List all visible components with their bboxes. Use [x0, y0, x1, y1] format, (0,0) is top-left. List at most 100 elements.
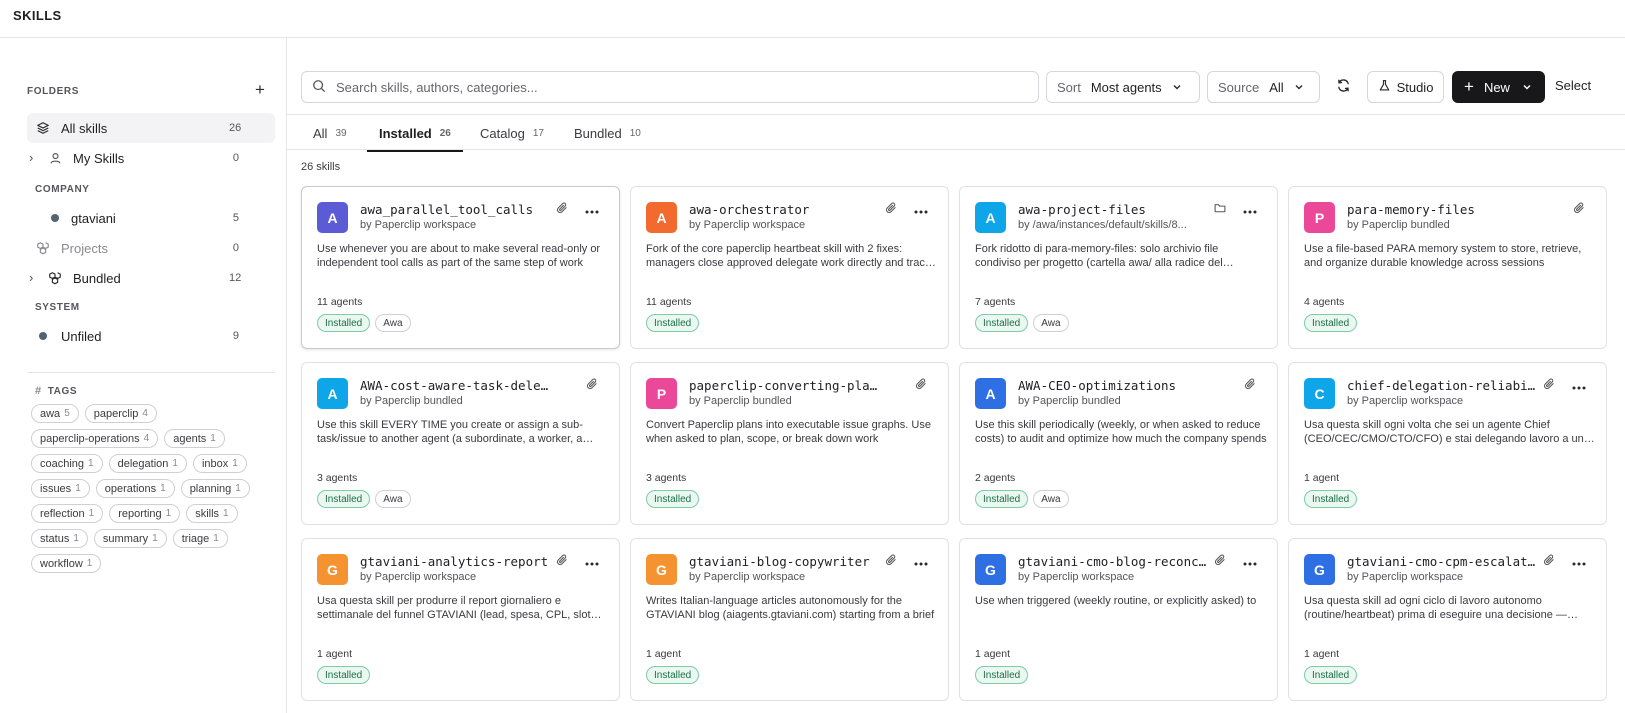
paperclip-icon: [1572, 201, 1586, 215]
tag-chip[interactable]: skills 1: [186, 504, 238, 523]
sidebar-item-bundled[interactable]: › Bundled 12: [27, 263, 275, 293]
more-options-icon[interactable]: [911, 557, 931, 571]
sidebar-item-label: Unfiled: [61, 328, 102, 344]
sidebar-item-my-skills[interactable]: › My Skills 0: [27, 143, 275, 173]
skill-author: by Paperclip workspace: [689, 571, 806, 583]
skill-card[interactable]: Ggtaviani-cmo-blog-reconciliation by Pape…: [959, 538, 1278, 701]
tags-heading-label: TAGS: [47, 385, 78, 397]
chevron-right-icon[interactable]: ›: [29, 270, 41, 286]
top-bar: SKILLS: [0, 0, 1625, 38]
chevron-right-icon[interactable]: ›: [29, 150, 41, 166]
skill-avatar: G: [1304, 554, 1335, 585]
sort-dropdown[interactable]: Sort Most agents: [1046, 71, 1200, 103]
tag-chip[interactable]: awa 5: [31, 404, 79, 423]
tab-bundled[interactable]: Bundled 10: [574, 115, 641, 151]
more-options-icon[interactable]: [1569, 381, 1589, 395]
agent-count: 7 agents: [975, 296, 1016, 308]
badge-row: Installed: [1304, 666, 1358, 684]
tag-chip[interactable]: planning 1: [180, 479, 250, 498]
tag-name: inbox: [201, 457, 229, 470]
search-input[interactable]: [336, 79, 1016, 95]
more-options-icon[interactable]: [911, 205, 931, 219]
select-button[interactable]: Select: [1555, 78, 1591, 93]
sidebar-divider: [27, 372, 275, 373]
sidebar-item-projects[interactable]: Projects 0: [27, 233, 275, 263]
source-dropdown[interactable]: Source All: [1207, 71, 1320, 103]
skill-card[interactable]: Cchief-delegation-reliability by Papercli…: [1288, 362, 1607, 525]
skill-description: Use this skill periodically (weekly, or …: [975, 419, 1267, 445]
tag-chip[interactable]: coaching 1: [31, 454, 103, 473]
sidebar: FOLDERS + All skills 26 › My Skills 0 CO…: [0, 38, 287, 713]
paperclip-icon: [884, 553, 898, 567]
skill-card[interactable]: Aawa-orchestrator by Paperclip workspace F…: [630, 186, 949, 349]
chevron-down-icon: [1294, 80, 1304, 95]
skill-card[interactable]: Ppaperclip-converting-plans-to-tasks by P…: [630, 362, 949, 525]
tag-chip[interactable]: reporting 1: [109, 504, 181, 523]
skill-avatar: A: [317, 378, 348, 409]
search-box[interactable]: [301, 71, 1039, 103]
refresh-button[interactable]: [1327, 71, 1359, 103]
skill-avatar: P: [1304, 202, 1335, 233]
skill-description: Usa questa skill ogni volta che sei un a…: [1304, 419, 1584, 445]
paperclip-icon: [914, 377, 928, 391]
agent-count: 1 agent: [646, 648, 682, 660]
tag-chip[interactable]: status 1: [31, 529, 88, 548]
tag-count: 4: [143, 433, 150, 444]
agent-count: 11 agents: [317, 296, 363, 308]
more-options-icon[interactable]: [1569, 557, 1589, 571]
tag-badge: Awa: [1033, 314, 1069, 332]
tab-label: Catalog: [480, 125, 525, 141]
tab-all[interactable]: All 39: [313, 115, 347, 151]
tag-chip[interactable]: delegation 1: [108, 454, 187, 473]
skill-name: AWA-cost-aware-task-delegation: [360, 378, 550, 393]
tag-chip[interactable]: reflection 1: [31, 504, 104, 523]
agent-count: 11 agents: [646, 296, 692, 308]
tab-catalog[interactable]: Catalog 17: [480, 115, 544, 151]
more-options-icon[interactable]: [1240, 205, 1260, 219]
tag-chip[interactable]: paperclip 4: [84, 404, 157, 423]
studio-button[interactable]: Studio: [1367, 71, 1444, 103]
tag-chip[interactable]: workflow 1: [31, 554, 102, 573]
user-icon: [47, 150, 63, 166]
tag-count: 5: [64, 408, 70, 419]
chevron-down-icon[interactable]: [1522, 80, 1532, 95]
tag-count: 1: [232, 458, 238, 469]
skill-avatar: G: [317, 554, 348, 585]
skill-author: by Paperclip workspace: [689, 219, 806, 231]
badge-row: Installed: [975, 666, 1029, 684]
agent-count: 4 agents: [1304, 296, 1345, 308]
tag-chip[interactable]: summary 1: [93, 529, 167, 548]
tag-chip[interactable]: triage 1: [172, 529, 228, 548]
skill-author: by Paperclip workspace: [1018, 571, 1135, 583]
sidebar-item-count: 9: [232, 330, 239, 342]
skill-card[interactable]: Ggtaviani-cmo-cpm-escalation by Paperclip…: [1288, 538, 1607, 701]
tab-installed[interactable]: Installed 26: [367, 115, 463, 152]
tag-chip[interactable]: agents 1: [164, 429, 225, 448]
tag-chip[interactable]: inbox 1: [192, 454, 247, 473]
tag-count: 1: [75, 483, 81, 494]
sidebar-item-gtaviani[interactable]: gtaviani 5: [27, 203, 275, 233]
sidebar-item-all-skills[interactable]: All skills 26: [27, 113, 275, 143]
sidebar-item-label: Bundled: [73, 270, 121, 286]
skill-card[interactable]: A AWA-cost-aware-task-delegation by Paperc…: [301, 362, 620, 525]
new-button[interactable]: + New: [1452, 71, 1545, 103]
more-options-icon[interactable]: [582, 205, 602, 219]
skill-description: Use whenever you are about to make sever…: [317, 243, 601, 269]
skill-card[interactable]: A AWA-CEO-optimizations by Paperclip bundl…: [959, 362, 1278, 525]
tag-chip[interactable]: paperclip-operations 4: [31, 429, 159, 448]
tag-chip[interactable]: issues 1: [31, 479, 90, 498]
tag-count: 1: [223, 508, 229, 519]
tag-name: workflow: [40, 557, 83, 570]
tag-name: planning: [189, 482, 232, 495]
tag-chip[interactable]: operations 1: [95, 479, 175, 498]
skill-card[interactable]: Ppara-memory-files by Paperclip bundled Us…: [1288, 186, 1607, 349]
skill-card[interactable]: Ggtaviani-blog-copywriter by Paperclip wo…: [630, 538, 949, 701]
skill-description: Use when triggered (weekly routine, or e…: [975, 595, 1257, 607]
skill-card[interactable]: Ggtaviani-analytics-report by Paperclip w…: [301, 538, 620, 701]
more-options-icon[interactable]: [582, 557, 602, 571]
more-options-icon[interactable]: [1240, 557, 1260, 571]
add-folder-icon[interactable]: +: [252, 81, 268, 98]
sidebar-item-unfiled[interactable]: Unfiled 9: [27, 321, 275, 351]
skill-card[interactable]: Aawa-project-files by /awa/instances/defa…: [959, 186, 1278, 349]
skill-card[interactable]: Aawa_parallel_tool_calls by Paperclip wor…: [301, 186, 620, 349]
